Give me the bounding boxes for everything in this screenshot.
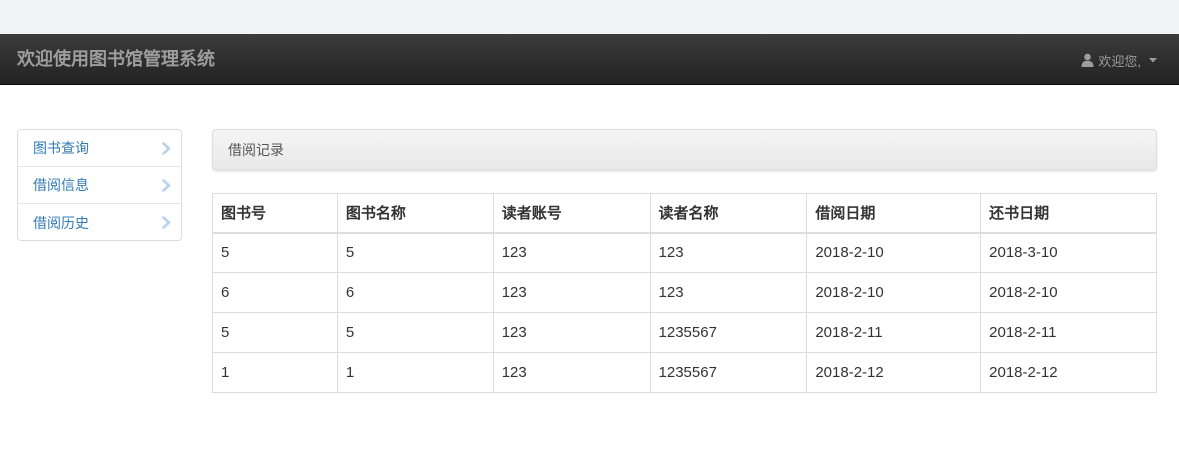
table-cell: 2018-3-10	[980, 232, 1157, 273]
table-cell: 123	[492, 352, 651, 393]
table-cell: 2018-2-12	[980, 352, 1157, 393]
panel-title: 借阅记录	[228, 142, 284, 158]
chevron-right-icon	[162, 216, 171, 229]
table-cell: 123	[649, 272, 808, 313]
panel-heading: 借阅记录	[212, 129, 1157, 171]
table-row: 5 5 123 1235567 2018-2-11 2018-2-11	[212, 312, 1157, 353]
navbar: 欢迎使用图书馆管理系统 欢迎您,	[0, 34, 1179, 85]
column-header-return-date: 还书日期	[980, 193, 1157, 234]
table-cell: 2018-2-11	[980, 312, 1157, 353]
column-header-book-id: 图书号	[212, 193, 338, 234]
browser-top-strip	[0, 0, 1179, 34]
sidebar-menu: 图书查询 借阅信息 借阅历史	[17, 129, 182, 241]
table-cell: 1	[336, 352, 494, 393]
column-header-book-name: 图书名称	[336, 193, 494, 234]
chevron-right-icon	[162, 178, 171, 192]
table-cell: 123	[649, 232, 808, 273]
user-menu[interactable]: 欢迎您,	[1081, 50, 1157, 70]
table-cell: 5	[336, 232, 494, 273]
table-cell: 2018-2-11	[806, 312, 982, 353]
table-row: 1 1 123 1235567 2018-2-12 2018-2-12	[212, 352, 1157, 393]
table-cell: 2018-2-10	[806, 232, 982, 273]
table-row: 6 6 123 123 2018-2-10 2018-2-10	[212, 272, 1157, 313]
table-cell: 123	[492, 232, 651, 273]
user-greeting: 欢迎您,	[1098, 53, 1141, 69]
chevron-right-icon	[162, 141, 171, 155]
sidebar-item-label: 图书查询	[33, 140, 89, 156]
table-cell: 5	[336, 312, 494, 353]
column-header-borrow-date: 借阅日期	[806, 193, 982, 234]
sidebar-item-borrow-info[interactable]: 借阅信息	[18, 167, 181, 204]
table-cell: 1	[212, 352, 338, 393]
borrow-records-table: 图书号 图书名称 读者账号 读者名称 借阅日期 还书日期 5 5 123 123…	[212, 193, 1157, 393]
table-cell: 123	[492, 312, 651, 353]
table-cell: 5	[212, 312, 338, 353]
table-row: 5 5 123 123 2018-2-10 2018-3-10	[212, 232, 1157, 273]
column-header-reader-name: 读者名称	[649, 193, 808, 234]
table-cell: 1235567	[649, 312, 808, 353]
table-cell: 5	[212, 232, 338, 273]
table-cell: 2018-2-10	[806, 272, 982, 313]
table-cell: 2018-2-10	[980, 272, 1157, 313]
table-cell: 6	[212, 272, 338, 313]
table-cell: 123	[492, 272, 651, 313]
table-cell: 2018-2-12	[806, 352, 982, 393]
sidebar-item-book-search[interactable]: 图书查询	[18, 130, 181, 167]
caret-down-icon	[1149, 57, 1157, 63]
table-cell: 1235567	[649, 352, 808, 393]
sidebar-item-label: 借阅信息	[33, 177, 89, 193]
column-header-reader-account: 读者账号	[492, 193, 651, 234]
table-header-row: 图书号 图书名称 读者账号 读者名称 借阅日期 还书日期	[212, 193, 1157, 234]
app-title[interactable]: 欢迎使用图书馆管理系统	[17, 48, 215, 70]
sidebar-item-borrow-history[interactable]: 借阅历史	[18, 204, 181, 240]
table-cell: 6	[336, 272, 494, 313]
user-icon	[1081, 53, 1094, 67]
sidebar-item-label: 借阅历史	[33, 214, 89, 231]
